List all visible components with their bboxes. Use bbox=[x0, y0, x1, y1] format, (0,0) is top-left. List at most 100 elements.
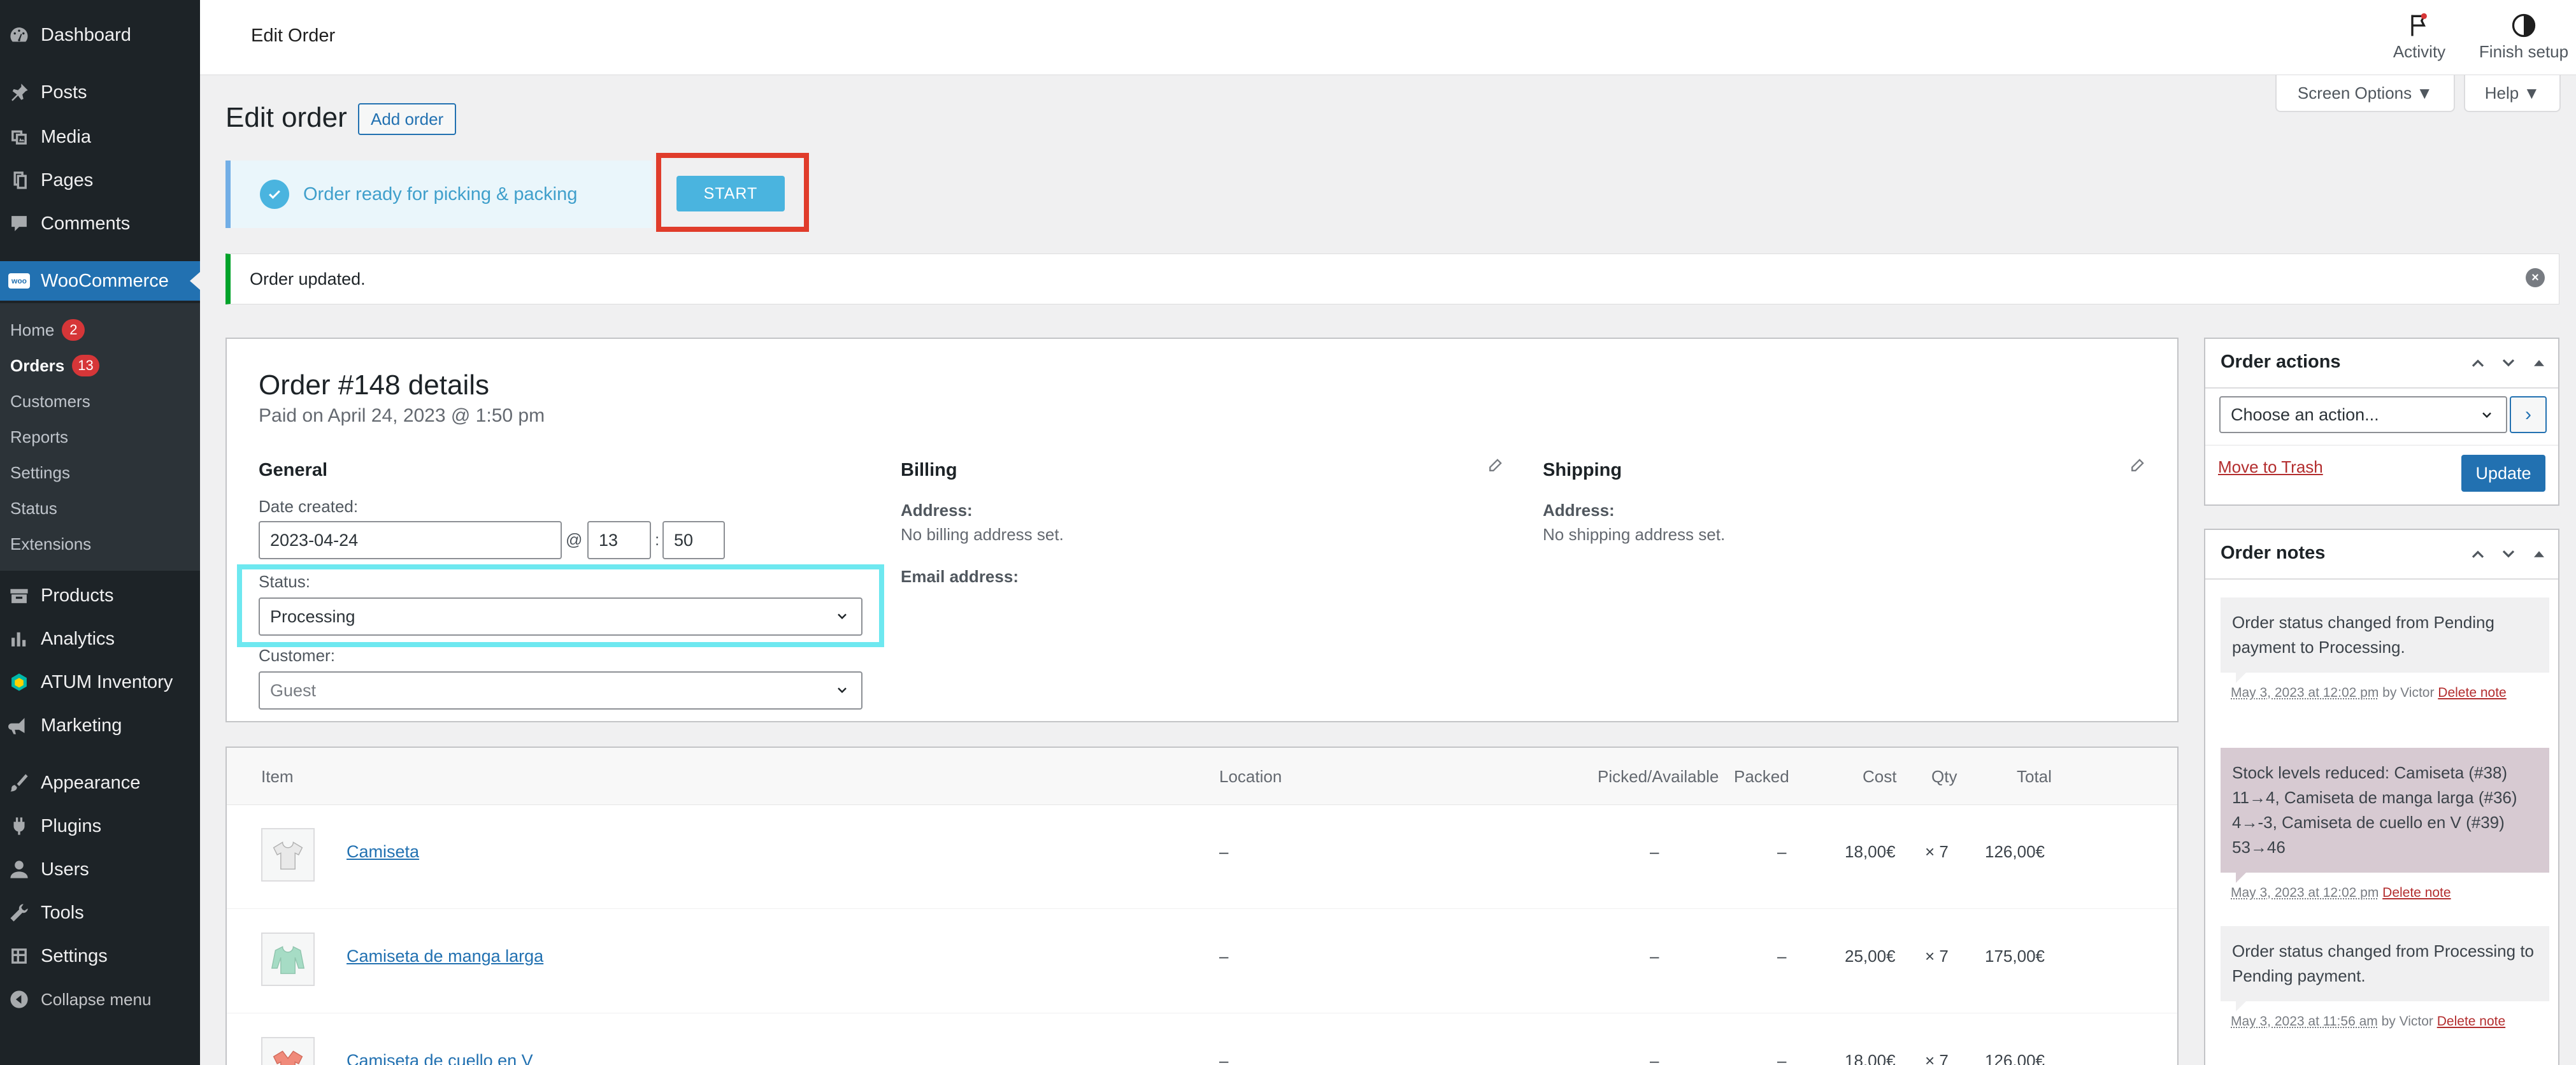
screen-options-button[interactable]: Screen Options ▼ bbox=[2275, 75, 2455, 112]
collapse-menu[interactable]: Collapse menu bbox=[0, 980, 200, 1019]
menu-products[interactable]: Products bbox=[0, 576, 200, 615]
menu-label: ATUM Inventory bbox=[41, 671, 173, 692]
dismiss-icon[interactable]: × bbox=[2526, 268, 2545, 287]
at-symbol: @ bbox=[566, 530, 583, 549]
menu-comments[interactable]: Comments bbox=[0, 204, 200, 243]
item-cost: 18,00€ bbox=[1845, 842, 1896, 861]
item-link[interactable]: Camiseta de manga larga bbox=[347, 947, 543, 966]
tshirt-icon bbox=[273, 841, 303, 870]
menu-tools[interactable]: Tools bbox=[0, 893, 200, 933]
menu-woocommerce[interactable]: woo WooCommerce bbox=[0, 261, 200, 301]
brush-icon bbox=[8, 771, 31, 794]
header-title: Edit Order bbox=[251, 25, 336, 46]
menu-users[interactable]: Users bbox=[0, 850, 200, 889]
add-order-button[interactable]: Add order bbox=[358, 103, 457, 135]
flag-icon bbox=[2411, 13, 2427, 36]
item-location: – bbox=[1219, 842, 1229, 861]
chevron-down-icon[interactable] bbox=[2498, 544, 2519, 564]
chevron-up-icon[interactable] bbox=[2468, 544, 2488, 564]
date-created-label: Date created: bbox=[259, 497, 359, 516]
media-icon bbox=[8, 125, 31, 148]
edit-shipping-icon[interactable] bbox=[2129, 457, 2145, 474]
collapse-triangle-icon[interactable] bbox=[2529, 353, 2549, 373]
menu-atum-inventory[interactable]: ATUM Inventory bbox=[0, 662, 200, 702]
minute-input[interactable]: 50 bbox=[662, 521, 725, 559]
order-actions-box: Order actions Choose an action... › Move… bbox=[2204, 338, 2559, 506]
edit-billing-icon[interactable] bbox=[1487, 457, 1503, 474]
collapse-triangle-icon[interactable] bbox=[2529, 544, 2549, 564]
status-highlight bbox=[237, 564, 884, 647]
home-badge: 2 bbox=[62, 319, 85, 341]
settings-icon bbox=[8, 945, 31, 968]
customer-select[interactable]: Guest bbox=[259, 671, 862, 710]
order-notes-box: Order notes Order status changed from Pe… bbox=[2204, 529, 2559, 1065]
menu-label: Settings bbox=[41, 945, 108, 966]
item-qty: × 7 bbox=[1925, 947, 1949, 966]
archive-icon bbox=[8, 584, 31, 607]
submenu-customers[interactable]: Customers bbox=[10, 389, 90, 414]
menu-label: WooCommerce bbox=[41, 270, 169, 291]
col-packed: Packed bbox=[1734, 767, 1789, 786]
help-button[interactable]: Help ▼ bbox=[2464, 75, 2561, 112]
chevron-down-icon bbox=[2482, 412, 2491, 418]
menu-appearance[interactable]: Appearance bbox=[0, 763, 200, 803]
chevron-up-icon[interactable] bbox=[2468, 353, 2488, 373]
order-actions-title: Order actions bbox=[2221, 352, 2341, 372]
pin-icon bbox=[8, 81, 31, 104]
menu-label: Products bbox=[41, 585, 114, 606]
menu-posts[interactable]: Posts bbox=[0, 73, 200, 112]
item-packed: – bbox=[1777, 1051, 1787, 1065]
billing-address-value: No billing address set. bbox=[901, 525, 1064, 544]
item-picked: – bbox=[1650, 842, 1659, 861]
order-heading: Order #148 details bbox=[259, 369, 489, 401]
order-data-panel: Order #148 details Paid on April 24, 202… bbox=[225, 338, 2179, 722]
date-input[interactable]: 2023-04-24 bbox=[259, 521, 562, 559]
start-button[interactable]: START bbox=[676, 176, 785, 211]
chevron-down-icon[interactable] bbox=[2498, 353, 2519, 373]
row-divider bbox=[227, 908, 2177, 909]
submenu-reports[interactable]: Reports bbox=[10, 424, 68, 450]
order-note: Order status changed from Pending paymen… bbox=[2221, 597, 2549, 683]
item-link[interactable]: Camiseta bbox=[347, 842, 419, 862]
delete-note-link[interactable]: Delete note bbox=[2382, 885, 2451, 900]
delete-note-link[interactable]: Delete note bbox=[2437, 1014, 2505, 1029]
apply-action-button[interactable]: › bbox=[2510, 396, 2547, 433]
col-cost: Cost bbox=[1863, 767, 1897, 786]
order-action-select[interactable]: Choose an action... bbox=[2219, 396, 2507, 433]
item-cost: 18,00€ bbox=[1845, 1051, 1896, 1065]
note-meta: May 3, 2023 at 12:02 pm Delete note bbox=[2231, 885, 2451, 900]
delete-note-link[interactable]: Delete note bbox=[2438, 685, 2506, 700]
orders-badge: 13 bbox=[72, 355, 99, 376]
box-controls bbox=[2468, 353, 2549, 373]
item-picked: – bbox=[1650, 947, 1659, 966]
submenu-orders[interactable]: Orders 13 bbox=[10, 353, 99, 378]
submenu-settings[interactable]: Settings bbox=[10, 460, 70, 485]
menu-plugins[interactable]: Plugins bbox=[0, 806, 200, 846]
submenu-home[interactable]: Home 2 bbox=[10, 317, 85, 343]
menu-label: Plugins bbox=[41, 815, 102, 836]
hour-input[interactable]: 13 bbox=[587, 521, 651, 559]
menu-dashboard[interactable]: Dashboard bbox=[0, 15, 200, 55]
update-button[interactable]: Update bbox=[2461, 455, 2545, 492]
page-title: Edit order bbox=[225, 102, 347, 133]
col-location: Location bbox=[1219, 767, 1282, 786]
item-qty: × 7 bbox=[1925, 1051, 1949, 1065]
menu-marketing[interactable]: Marketing bbox=[0, 706, 200, 745]
megaphone-icon bbox=[8, 714, 31, 737]
menu-analytics[interactable]: Analytics bbox=[0, 619, 200, 659]
menu-pages[interactable]: Pages bbox=[0, 161, 200, 200]
time-colon: : bbox=[655, 530, 660, 549]
menu-media[interactable]: Media bbox=[0, 117, 200, 157]
col-qty: Qty bbox=[1931, 767, 1957, 786]
activity-button[interactable]: Activity bbox=[2381, 11, 2458, 62]
menu-settings[interactable]: Settings bbox=[0, 936, 200, 976]
box-divider bbox=[2205, 445, 2558, 446]
menu-label: Pages bbox=[41, 169, 94, 190]
order-items-panel: Item Location Picked/Available Packed Co… bbox=[225, 747, 2179, 1065]
finish-setup-button[interactable]: Finish setup bbox=[2474, 11, 2573, 62]
move-to-trash-link[interactable]: Move to Trash bbox=[2218, 457, 2323, 477]
submenu-status[interactable]: Status bbox=[10, 496, 57, 521]
item-link[interactable]: Camiseta de cuello en V bbox=[347, 1051, 533, 1065]
submenu-extensions[interactable]: Extensions bbox=[10, 531, 91, 557]
note-meta: May 3, 2023 at 12:02 pm by Victor Delete… bbox=[2231, 685, 2507, 700]
